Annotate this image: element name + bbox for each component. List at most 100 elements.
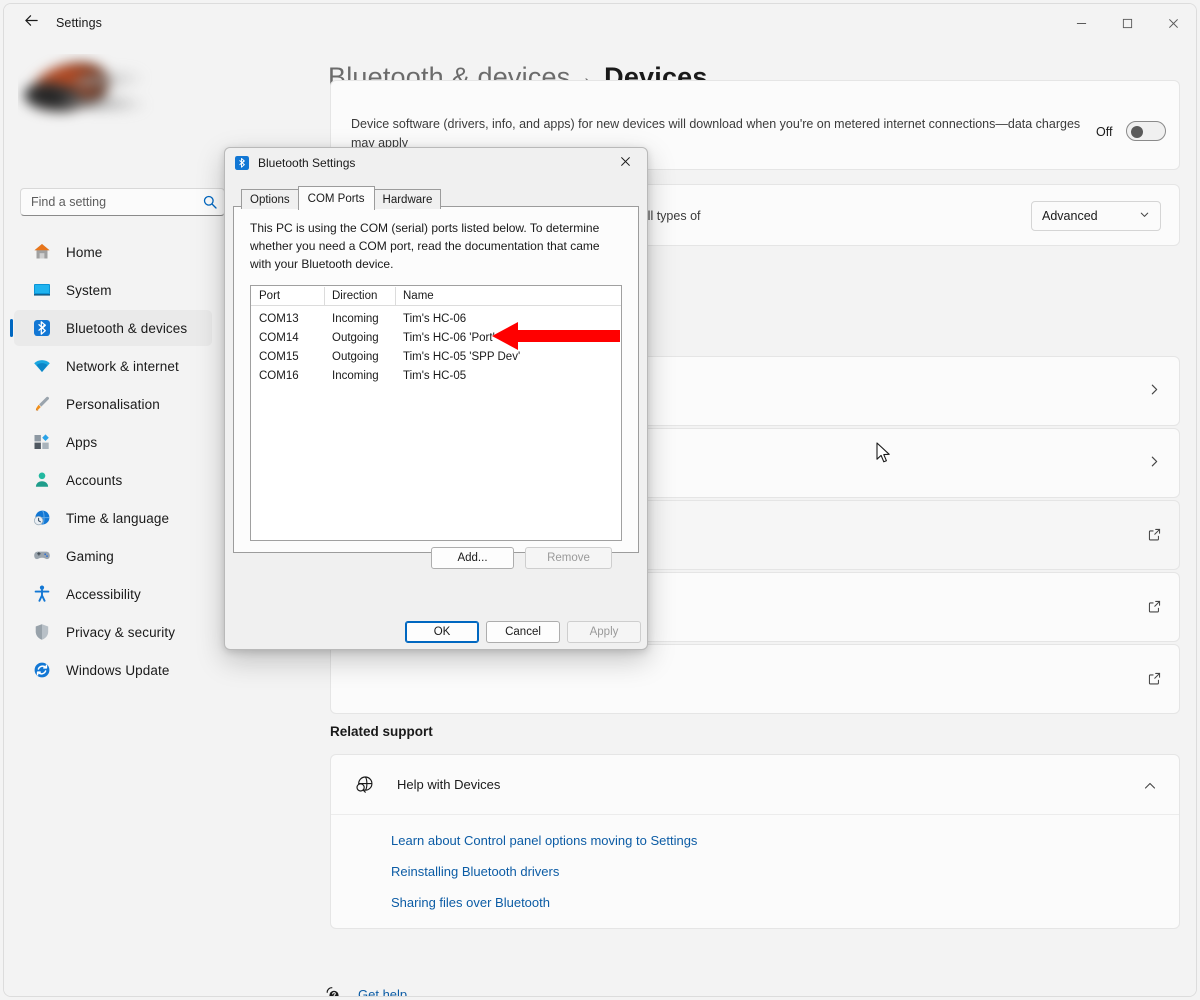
update-icon [32, 660, 52, 680]
sidebar-item-time-language[interactable]: Time & language [14, 500, 212, 536]
sidebar-item-label: Network & internet [66, 358, 179, 374]
system-icon [32, 280, 52, 300]
tab-label: COM Ports [307, 193, 365, 205]
sidebar-item-bluetooth-devices[interactable]: Bluetooth & devices [10, 310, 212, 346]
sidebar-item-privacy-security[interactable]: Privacy & security [14, 614, 212, 650]
network-icon [32, 356, 52, 376]
window-controls [1058, 4, 1196, 42]
support-link-reinstall-drivers[interactable]: Reinstalling Bluetooth drivers [391, 864, 559, 879]
get-help-label: Get help [358, 986, 408, 997]
sidebar-item-gaming[interactable]: Gaming [14, 538, 212, 574]
toggle-knob [1131, 126, 1143, 138]
globe-help-icon [353, 774, 375, 796]
avatar-blurred-photo [22, 55, 149, 122]
open-external-icon [1147, 599, 1162, 619]
apps-icon [32, 432, 52, 452]
sidebar-item-label: Accessibility [66, 586, 141, 602]
sidebar-item-windows-update[interactable]: Windows Update [14, 652, 212, 688]
sidebar-item-network-internet[interactable]: Network & internet [14, 348, 212, 384]
settings-row-card-5[interactable] [330, 644, 1180, 714]
search-icon[interactable] [202, 194, 218, 210]
avatar[interactable] [18, 54, 218, 130]
app-title: Settings [56, 16, 102, 30]
cell-direction: Incoming [332, 369, 379, 382]
search-box[interactable] [20, 188, 225, 216]
accessibility-icon [32, 584, 52, 604]
minimize-button[interactable] [1058, 4, 1104, 42]
bluetooth-settings-dialog: Bluetooth Settings Options COM Ports Har… [224, 147, 648, 650]
open-external-icon [1147, 671, 1162, 691]
dialog-title-bar: Bluetooth Settings [225, 148, 647, 178]
help-with-devices-header[interactable]: Help with Devices [331, 755, 1179, 815]
tab-hardware[interactable]: Hardware [373, 189, 442, 209]
chevron-up-icon[interactable] [1143, 779, 1157, 798]
open-external-icon [1147, 527, 1162, 547]
dropdown-value: Advanced [1042, 209, 1098, 223]
cancel-button[interactable]: Cancel [486, 621, 560, 643]
search-input[interactable] [21, 195, 181, 209]
title-bar: Settings [4, 4, 1196, 42]
add-button[interactable]: Add... [431, 547, 514, 569]
chevron-right-icon [1148, 383, 1161, 401]
dialog-title: Bluetooth Settings [258, 156, 356, 170]
sidebar-item-personalisation[interactable]: Personalisation [14, 386, 212, 422]
ok-button[interactable]: OK [405, 621, 479, 643]
metered-toggle-label: Off [1096, 125, 1113, 139]
tab-options[interactable]: Options [241, 189, 299, 209]
get-help-icon [324, 985, 342, 996]
sidebar-item-label: Gaming [66, 548, 114, 564]
paintbrush-icon [32, 394, 52, 414]
back-button[interactable] [14, 8, 48, 38]
chevron-down-icon [1139, 209, 1150, 223]
account-icon [32, 470, 52, 490]
cell-name: Tim's HC-05 [403, 369, 467, 382]
sidebar-item-label: Apps [66, 434, 98, 450]
cell-port: COM15 [259, 350, 299, 363]
sidebar-item-label: Windows Update [66, 662, 170, 678]
sidebar-item-system[interactable]: System [14, 272, 212, 308]
support-link-sharing-files[interactable]: Sharing files over Bluetooth [391, 895, 550, 910]
help-with-devices-label: Help with Devices [397, 777, 501, 792]
cell-port: COM16 [259, 369, 299, 382]
sidebar-item-home[interactable]: Home [14, 234, 212, 270]
back-arrow-icon [24, 13, 39, 33]
sidebar: Home System Bluetooth & devices [4, 42, 225, 996]
dialog-close-button[interactable] [603, 148, 647, 178]
tab-com-ports[interactable]: COM Ports [297, 186, 375, 210]
maximize-button[interactable] [1104, 4, 1150, 42]
mouse-cursor [876, 442, 892, 469]
column-header-port: Port [259, 289, 281, 302]
sidebar-item-label: Time & language [66, 510, 170, 526]
sidebar-item-accessibility[interactable]: Accessibility [14, 576, 212, 612]
close-button[interactable] [1150, 4, 1196, 42]
discovery-mode-dropdown[interactable]: Advanced [1031, 201, 1161, 231]
bluetooth-icon [235, 156, 249, 170]
cell-port: COM13 [259, 312, 299, 325]
sidebar-item-accounts[interactable]: Accounts [14, 462, 212, 498]
column-header-direction: Direction [324, 286, 395, 306]
bluetooth-icon [32, 318, 52, 338]
metered-toggle[interactable] [1126, 121, 1166, 141]
cell-direction: Outgoing [332, 350, 379, 363]
column-header-name: Name [395, 286, 595, 306]
close-icon [620, 154, 631, 172]
window-frame: Settings Find a setting Home System Blue… [3, 3, 1197, 997]
help-with-devices-card: Help with Devices Learn about Control pa… [330, 754, 1180, 929]
sidebar-item-apps[interactable]: Apps [14, 424, 212, 460]
get-help-link[interactable]: Get help [324, 985, 407, 996]
gamepad-icon [32, 546, 52, 566]
sidebar-item-label: Personalisation [66, 396, 160, 412]
com-ports-description: This PC is using the COM (serial) ports … [250, 221, 600, 271]
dialog-tabs: Options COM Ports Hardware [241, 186, 442, 210]
cell-direction: Outgoing [332, 331, 379, 344]
home-icon [32, 242, 52, 262]
clock-globe-icon [32, 508, 52, 528]
sidebar-item-label: System [66, 282, 112, 298]
dialog-tab-panel: This PC is using the COM (serial) ports … [233, 206, 639, 553]
support-link-control-panel[interactable]: Learn about Control panel options moving… [391, 833, 697, 848]
table-row[interactable]: COM16 Incoming Tim's HC-05 [251, 366, 621, 385]
remove-button[interactable]: Remove [525, 547, 612, 569]
apply-button[interactable]: Apply [567, 621, 641, 643]
chevron-right-icon [1148, 455, 1161, 473]
help-links-list: Learn about Control panel options moving… [331, 815, 1179, 928]
